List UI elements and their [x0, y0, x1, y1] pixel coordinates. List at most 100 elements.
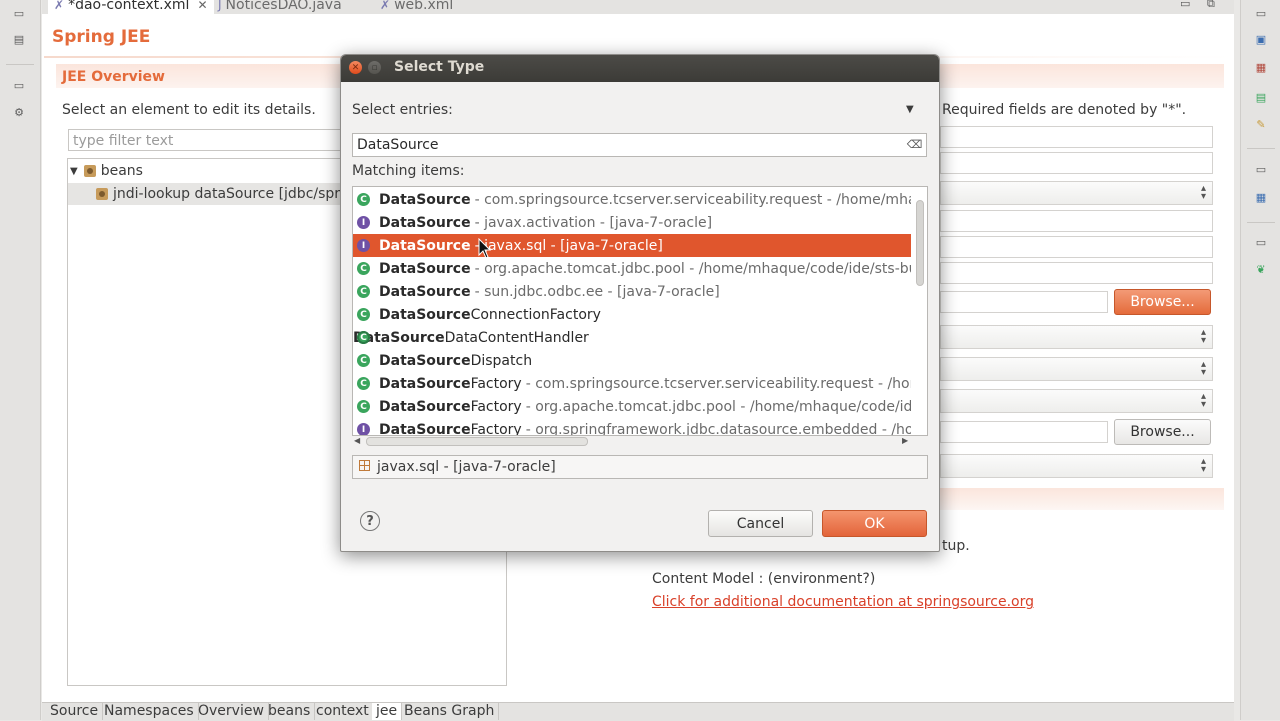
- list-item[interactable]: C DataSourceDispatch: [353, 349, 911, 372]
- type-package: - javax.activation - [java-7-oracle]: [474, 214, 713, 231]
- type-search-input[interactable]: DataSource: [352, 133, 927, 157]
- tab-context[interactable]: context: [312, 703, 374, 720]
- list-item[interactable]: C DataSource - com.springsource.tcserver.s…: [353, 188, 911, 211]
- matching-items-label: Matching items:: [352, 163, 465, 179]
- list-item[interactable]: I DataSource - javax.activation - [java-7-…: [353, 211, 911, 234]
- class-icon: C: [357, 354, 370, 367]
- minimize-icon[interactable]: ▭: [1180, 0, 1190, 10]
- restore-icon[interactable]: ▭: [1252, 233, 1270, 251]
- tree-node-label: jndi-lookup dataSource [jdbc/sprin: [113, 186, 353, 202]
- detail-combo[interactable]: ▴ ▾: [940, 389, 1213, 413]
- class-icon: C: [357, 308, 370, 321]
- tab-overview[interactable]: Overview: [194, 703, 269, 720]
- matching-items-list[interactable]: C DataSource - com.springsource.tcserver.s…: [352, 186, 928, 436]
- horizontal-scrollbar-thumb[interactable]: [366, 437, 588, 446]
- maximize-icon[interactable]: ⧉: [1207, 0, 1215, 11]
- type-package: - com.springsource.tcserver.serviceabili…: [525, 375, 911, 392]
- detail-field[interactable]: [940, 126, 1213, 148]
- documentation-link[interactable]: Click for additional documentation at sp…: [652, 594, 1034, 610]
- package-icon: [359, 460, 370, 471]
- content-model-text: Content Model : (environment?): [652, 571, 876, 587]
- type-package: - com.springsource.tcserver.serviceabili…: [474, 191, 911, 208]
- type-name-suffix: ConnectionFactory: [470, 306, 601, 323]
- dialog-title: Select Type: [394, 59, 485, 75]
- type-name: DataSource: [379, 192, 471, 208]
- scroll-right-icon[interactable]: ▶: [902, 436, 908, 445]
- detail-field[interactable]: [940, 210, 1213, 232]
- view-menu-icon[interactable]: ▼: [906, 104, 914, 115]
- outline-icon[interactable]: ▤: [10, 30, 28, 48]
- close-icon[interactable]: ✕: [349, 61, 362, 74]
- tab-beans-graph[interactable]: Beans Graph: [400, 703, 500, 720]
- type-name-match: DataSource: [379, 260, 471, 277]
- restore-icon[interactable]: ▭: [1252, 160, 1270, 178]
- navigator-icon[interactable]: ⚙: [10, 103, 28, 121]
- jndi-lookup-icon: [96, 188, 108, 200]
- section-description: Select an element to edit its details.: [62, 102, 316, 118]
- detail-combo[interactable]: ▴ ▾: [940, 181, 1213, 205]
- detail-combo[interactable]: ▴ ▾: [940, 454, 1213, 478]
- tab-jee[interactable]: jee: [372, 703, 403, 720]
- browse-button[interactable]: Browse...: [1114, 289, 1211, 315]
- help-icon[interactable]: ?: [360, 511, 380, 531]
- close-icon[interactable]: ✕: [197, 0, 207, 12]
- type-name-match: DataSource: [379, 214, 471, 231]
- maximize-icon[interactable]: ▫: [368, 61, 381, 74]
- detail-combo[interactable]: ▴ ▾: [940, 325, 1213, 349]
- detail-field[interactable]: [940, 291, 1108, 313]
- form-title: Spring JEE: [52, 27, 151, 47]
- restore-icon[interactable]: ▭: [10, 76, 28, 94]
- expand-toggle-icon[interactable]: ▼: [70, 166, 78, 177]
- list-item[interactable]: C DataSourceFactory - com.springsource.tcs…: [353, 372, 911, 395]
- detail-field[interactable]: [940, 421, 1108, 443]
- list-item[interactable]: C DataSource - sun.jdbc.odbc.ee - [java-7-…: [353, 280, 911, 303]
- xml-file-icon: ✗: [380, 0, 391, 12]
- restore-icon[interactable]: ▭: [10, 4, 28, 22]
- servers-icon[interactable]: ▦: [1252, 58, 1270, 76]
- detail-field[interactable]: [940, 262, 1213, 284]
- class-icon: C: [357, 400, 370, 413]
- filter-input[interactable]: type filter text: [68, 129, 358, 151]
- cancel-button[interactable]: Cancel: [708, 510, 813, 537]
- xml-file-icon: ✗: [54, 0, 65, 12]
- trim-divider: [6, 64, 34, 65]
- scroll-left-icon[interactable]: ◀: [354, 436, 360, 445]
- tasks-icon[interactable]: ▣: [1252, 30, 1270, 48]
- ok-button[interactable]: OK: [822, 510, 927, 537]
- tab-dao-context-xml[interactable]: ✗ *dao-context.xml ✕: [48, 0, 214, 14]
- spring-icon[interactable]: ❦: [1252, 260, 1270, 278]
- detail-field[interactable]: [940, 236, 1213, 258]
- type-name: DataSource: [379, 284, 471, 300]
- detail-field[interactable]: [940, 152, 1213, 174]
- class-icon: C: [357, 262, 370, 275]
- tab-noticesdao-java[interactable]: J NoticesDAO.java: [218, 0, 342, 14]
- tab-beans[interactable]: beans: [264, 703, 316, 720]
- type-name: DataSource: [379, 215, 471, 231]
- tab-web-xml[interactable]: ✗ web.xml: [380, 0, 453, 14]
- class-icon: C: [357, 193, 370, 206]
- list-item[interactable]: C DataSourceFactory - org.apache.tomcat.jd…: [353, 395, 911, 418]
- list-item[interactable]: C DataSourceConnectionFactory: [353, 303, 911, 326]
- type-name-suffix: DataContentHandler: [444, 329, 589, 346]
- detail-combo[interactable]: ▴ ▾: [940, 357, 1213, 381]
- console-icon[interactable]: ▤: [1252, 88, 1270, 106]
- tree-node-beans[interactable]: ▼ beans: [70, 160, 143, 182]
- tool-icon[interactable]: ✎: [1252, 115, 1270, 133]
- restore-icon[interactable]: ▭: [1252, 4, 1270, 22]
- scrollbar-thumb[interactable]: [916, 200, 924, 286]
- tree-node-label: beans: [100, 163, 143, 179]
- browse-button[interactable]: Browse...: [1114, 419, 1211, 445]
- type-name-suffix: Dispatch: [470, 352, 533, 369]
- tab-namespaces[interactable]: Namespaces: [100, 703, 199, 720]
- type-name: DataSourceDispatch: [379, 353, 532, 369]
- list-item[interactable]: C DataSource - org.apache.tomcat.jdbc.pool…: [353, 257, 911, 280]
- list-item[interactable]: C DataSourceDataContentHandler: [353, 326, 911, 349]
- type-name: DataSourceConnectionFactory: [379, 307, 601, 323]
- list-item[interactable]: I DataSourceFactory - org.springframework.…: [353, 418, 911, 435]
- clear-icon[interactable]: ⌫: [907, 138, 923, 151]
- hierarchy-icon[interactable]: ▦: [1252, 188, 1270, 206]
- list-item[interactable]: I DataSource - javax.sql - [java-7-oracle]: [353, 234, 911, 257]
- section-title: JEE Overview: [62, 69, 165, 85]
- trim-divider: [1247, 148, 1275, 149]
- tab-source[interactable]: Source: [46, 703, 104, 720]
